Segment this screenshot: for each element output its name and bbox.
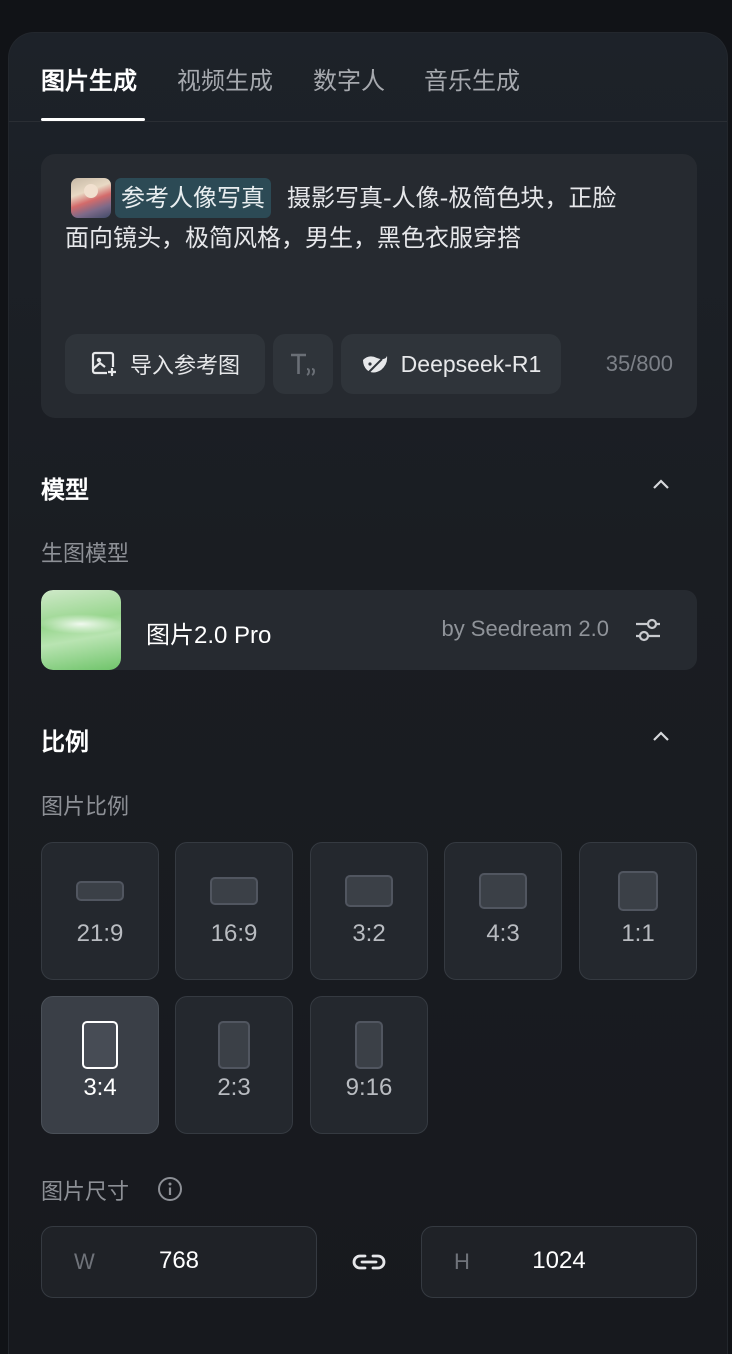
- model-section-title: 模型: [41, 476, 89, 504]
- tab-digital-human[interactable]: 数字人: [313, 61, 385, 96]
- text-format-icon: [291, 353, 316, 376]
- ratio-label: 16:9: [210, 920, 258, 947]
- ratio-sub-label: 图片比例: [41, 795, 130, 820]
- tab-bar: 图片生成 视频生成 数字人 音乐生成: [9, 33, 727, 122]
- ratio-shape-icon: [479, 873, 527, 909]
- ratio-shape-icon: [345, 875, 393, 907]
- tab-music-generation[interactable]: 音乐生成: [424, 61, 520, 96]
- ratio-shape-icon: [618, 871, 658, 911]
- ratio-label: 1:1: [621, 920, 655, 947]
- character-counter: 35/800: [605, 351, 673, 376]
- tab-video-generation[interactable]: 视频生成: [177, 61, 273, 96]
- ratio-label: 3:4: [83, 1074, 117, 1101]
- model-provider: by Seedream 2.0: [441, 616, 609, 641]
- ratio-label: 3:2: [352, 920, 386, 947]
- prompt-text-line-2[interactable]: 面向镜头，极简风格，男生，黑色衣服穿搭: [65, 218, 521, 258]
- width-value[interactable]: 768: [42, 1247, 316, 1275]
- text-format-button[interactable]: [273, 334, 333, 394]
- ratio-option-9-16[interactable]: 9:16: [310, 996, 428, 1134]
- reference-chip[interactable]: 参考人像写真: [115, 178, 271, 218]
- deepseek-model-button[interactable]: Deepseek-R1: [341, 334, 561, 394]
- active-tab-indicator: [41, 118, 145, 121]
- model-sub-label: 生图模型: [41, 542, 130, 567]
- ratio-option-1-1[interactable]: 1:1: [579, 842, 697, 980]
- link-icon[interactable]: [351, 1249, 387, 1275]
- whale-icon: [362, 356, 387, 373]
- width-field[interactable]: W 768: [41, 1226, 317, 1298]
- tab-image-generation[interactable]: 图片生成: [41, 61, 137, 96]
- size-sub-label: 图片尺寸: [41, 1180, 130, 1205]
- ratio-label: 2:3: [217, 1074, 251, 1101]
- ratio-section-title: 比例: [41, 728, 89, 756]
- ratio-label: 9:16: [345, 1074, 393, 1101]
- ratio-label: 21:9: [76, 920, 124, 947]
- generation-panel: 图片生成 视频生成 数字人 音乐生成 参考人像写真 摄影写真-人像-极简色块，正…: [8, 32, 728, 1354]
- ratio-option-16-9[interactable]: 16:9: [175, 842, 293, 980]
- ratio-shape-icon: [210, 877, 258, 905]
- height-field[interactable]: H 1024: [421, 1226, 697, 1298]
- ratio-option-4-3[interactable]: 4:3: [444, 842, 562, 980]
- info-icon[interactable]: [157, 1176, 183, 1202]
- chevron-up-icon[interactable]: [649, 473, 673, 497]
- reference-thumbnail: [71, 178, 111, 218]
- deepseek-model-label: Deepseek-R1: [400, 350, 542, 377]
- model-selector-card[interactable]: 图片2.0 Pro by Seedream 2.0: [41, 590, 697, 670]
- model-thumbnail: [41, 590, 121, 670]
- ratio-option-3-4[interactable]: 3:4: [41, 996, 159, 1134]
- ratio-option-21-9[interactable]: 21:9: [41, 842, 159, 980]
- ratio-option-3-2[interactable]: 3:2: [310, 842, 428, 980]
- model-name: 图片2.0 Pro: [146, 622, 272, 649]
- chevron-up-icon[interactable]: [649, 725, 673, 749]
- sliders-icon[interactable]: [633, 615, 663, 645]
- import-reference-button[interactable]: 导入参考图: [65, 334, 265, 394]
- import-reference-label: 导入参考图: [129, 354, 240, 379]
- ratio-option-2-3[interactable]: 2:3: [175, 996, 293, 1134]
- prompt-input-box[interactable]: 参考人像写真 摄影写真-人像-极简色块，正脸 面向镜头，极简风格，男生，黑色衣服…: [41, 154, 697, 418]
- ratio-label: 4:3: [486, 920, 520, 947]
- ratio-shape-icon: [355, 1021, 383, 1069]
- ratio-shape-icon: [218, 1021, 250, 1069]
- image-add-icon: [91, 351, 117, 377]
- height-value[interactable]: 1024: [422, 1247, 696, 1275]
- ratio-shape-icon: [76, 881, 124, 901]
- ratio-shape-icon: [82, 1021, 118, 1069]
- prompt-text-line-1[interactable]: 摄影写真-人像-极简色块，正脸: [287, 178, 616, 218]
